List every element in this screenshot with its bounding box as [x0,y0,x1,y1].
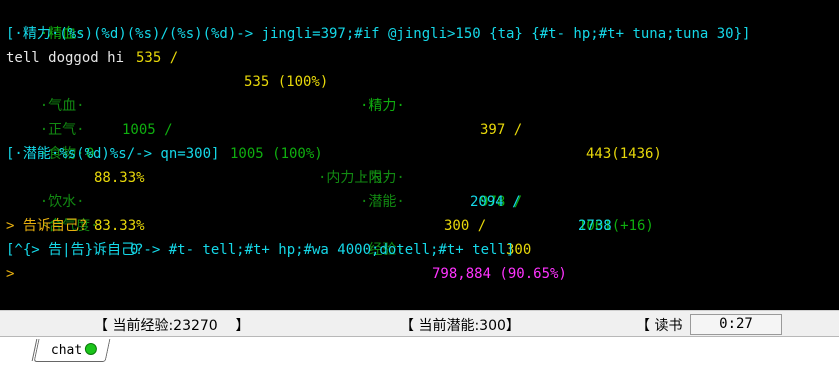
stat-value: 88.33% [94,170,145,186]
stat-max: 1005 (100%) [230,146,323,162]
input-prompt[interactable]: > [6,262,14,286]
reading-status: 【 读书 [636,318,683,334]
current-exp-status: 【 当前经验:23270 】 [94,318,250,334]
stat-max: 443(1436) [586,146,662,162]
tell-self-line: > 告诉自己? [6,218,88,234]
status-dot-icon [85,343,98,355]
stat-current: 300 / [444,218,487,234]
hp-line-zhengqi: ·正气· 0 ·内力上限· 2094 / 2738 [6,94,612,234]
status-bar: 【 当前经验:23270 】 【 当前潜能:300】 【 读书 0:27 [0,310,839,337]
stat-max: 2738 [578,218,612,234]
hp-line-food: ·食物· 88.33% ·潜能· 300 / 300 [6,118,532,258]
hp-line-heqidu: ·合气度· 0 [6,190,139,258]
hp-line-water: ·饮水· 83.33% ·经验· 798,884 (90.65%) [6,166,567,282]
tab-chat[interactable]: chat [33,339,111,362]
hp-line-jingxue: ·精血· 535 / 535 (100%) ·精力· 397 / 443(143… [6,0,662,162]
stat-max: 535 (100%) [244,74,329,90]
stat-current: 2094 / [470,194,521,210]
mud-terminal-output[interactable]: ·精血· 535 / 535 (100%) ·精力· 397 / 443(143… [0,0,839,310]
stat-current: 1005 / [122,122,173,138]
trigger-line-qianneng: [·潜能·%s(%d)%s/-> qn=300] [6,146,220,162]
stat-label: ·潜能· [360,194,405,210]
hp-line-qixue: ·气血· 1005 / 1005 (100%) ·内力· 978 / 1001(… [6,70,654,234]
stat-value: 83.33% [94,218,145,234]
trigger-line-tell: [^{> 告|告}诉自己?-> #t- tell;#t+ hp;#wa 4000… [6,242,515,258]
tab-separator [5,339,38,361]
stat-label: ·精力· [360,98,405,114]
stat-current: 397 / [480,122,523,138]
tab-bar: chat [0,336,839,371]
stat-label: ·内力上限· [318,170,391,186]
trigger-line-jingli: [·精力·(%s)(%d)(%s)/(%s)(%d)-> jingli=397;… [6,26,751,42]
command-echo: tell doggod hi [6,50,125,66]
timer-display: 0:27 [690,314,782,335]
stat-value: 798,884 (90.65%) [432,266,567,282]
current-pot-status: 【 当前潜能:300】 [400,318,520,334]
stat-current: 535 / [136,50,179,66]
tab-chat-label: chat [50,343,83,358]
